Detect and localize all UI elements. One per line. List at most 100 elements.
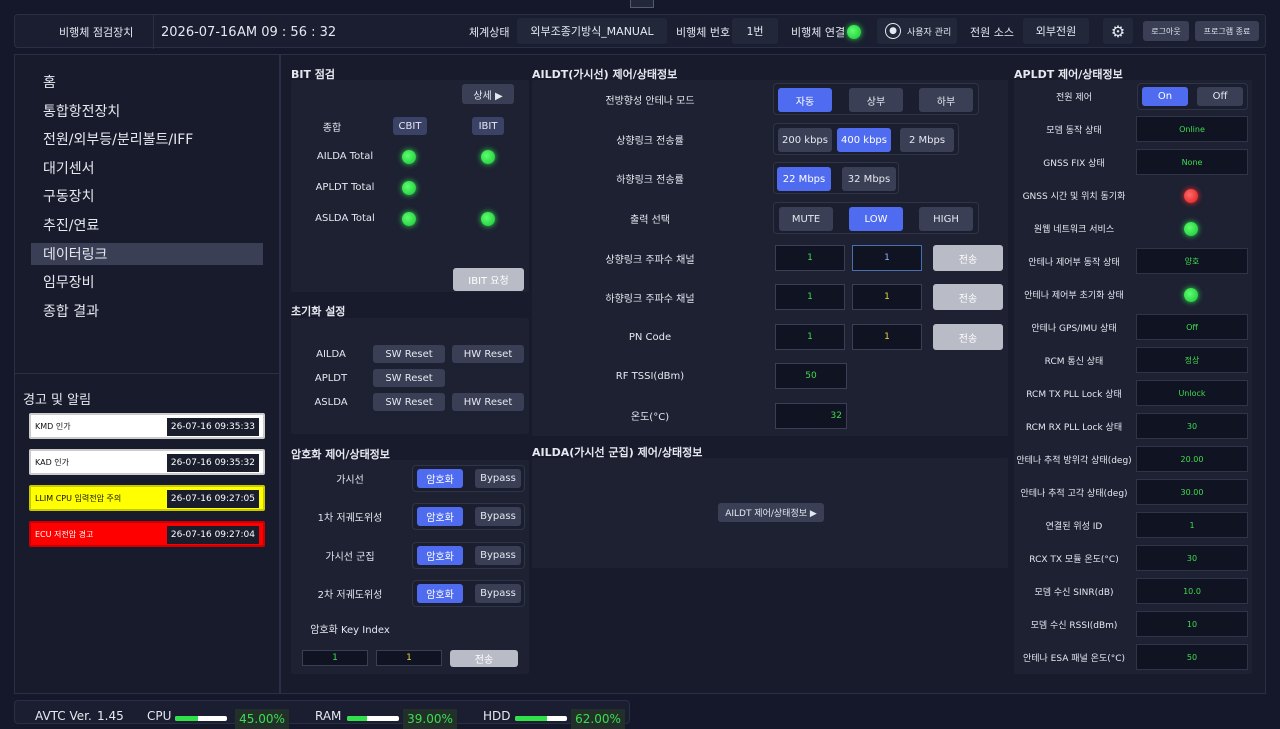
downlink-channel-send-button[interactable]: 전송	[933, 284, 1003, 310]
crypto-bypass-button[interactable]: Bypass	[475, 507, 521, 526]
sidebar-item-datalink[interactable]: 데이터링크	[31, 243, 263, 265]
vehicle-no-label: 비행체 번호	[676, 26, 731, 39]
status-row-value: None	[1136, 149, 1248, 175]
sidebar-item-power[interactable]: 전원/외부등/분리볼트/IFF	[31, 128, 263, 150]
antenna-mode-auto-button[interactable]: 자동	[778, 88, 832, 112]
ailda-ibit-led	[481, 150, 495, 164]
status-row-label: 모뎀 동작 상태	[1046, 125, 1102, 136]
ailda-sw-reset-button[interactable]: SW Reset	[373, 345, 445, 363]
power-off-button[interactable]: Off	[1197, 87, 1243, 106]
alerts-title: 경고 및 알림	[23, 393, 92, 408]
status-row-label: 안테나 ESA 패널 온도(°C)	[1022, 653, 1126, 664]
crypto-encrypt-button[interactable]: 암호화	[417, 507, 463, 526]
output-high-button[interactable]: HIGH	[919, 207, 973, 231]
downlink-channel-input[interactable]: 1	[852, 284, 922, 310]
uplink-rate-seg: 200 kbps 400 kbps 2 Mbps	[773, 123, 959, 155]
top-bar: 비행체 점검장치 2026-07-16 AM 09 : 56 : 32 체계상태…	[14, 14, 1266, 49]
user-icon: ●	[885, 23, 901, 39]
status-row-label: 안테나 추적 방위각 상태(deg)	[1016, 455, 1132, 466]
alert-item[interactable]: ECU 저전압 경고 26-07-16 09:27:04	[29, 521, 265, 547]
crypto-encrypt-button[interactable]: 암호화	[417, 584, 463, 603]
output-mute-button[interactable]: MUTE	[779, 207, 833, 231]
downlink-rate-32m-button[interactable]: 32 Mbps	[842, 167, 896, 191]
settings-button[interactable]: ⚙	[1103, 18, 1133, 44]
uplink-rate-400k-button[interactable]: 400 kbps	[837, 128, 891, 152]
ram-value: 39.00%	[403, 709, 457, 729]
status-row-label: RCM RX PLL Lock 상태	[1025, 422, 1123, 433]
ram-bar-fill	[347, 716, 368, 721]
rf-tssi-label: RF TSSI(dBm)	[615, 370, 685, 382]
output-low-button[interactable]: LOW	[849, 207, 903, 231]
key-index-send-button[interactable]: 전송	[450, 650, 518, 667]
aslda-ibit-led	[481, 212, 495, 226]
alert-item[interactable]: LLIM CPU 입력전압 주의 26-07-16 09:27:05	[29, 485, 265, 511]
crypto-bypass-button[interactable]: Bypass	[475, 546, 521, 565]
cpu-value: 45.00%	[235, 709, 289, 729]
status-row-value: 30	[1136, 545, 1248, 571]
output-label: 출력 선택	[630, 214, 670, 226]
user-admin-label: 사용자 관리	[907, 27, 952, 38]
crypto-encrypt-button[interactable]: 암호화	[417, 469, 463, 488]
status-row-label: 원웹 네트워크 서비스	[1033, 224, 1115, 235]
uplink-rate-200k-button[interactable]: 200 kbps	[778, 128, 832, 152]
sidebar-item-air-sensor[interactable]: 대기센서	[31, 157, 263, 179]
sidebar-item-avionics[interactable]: 통합항전장치	[31, 100, 263, 122]
init-title: 초기화 설정	[291, 305, 346, 318]
key-index-input-2[interactable]: 1	[376, 650, 442, 666]
status-row-value: Online	[1136, 116, 1248, 142]
downlink-rate-seg: 22 Mbps 32 Mbps	[773, 162, 899, 194]
pn-code-send-button[interactable]: 전송	[933, 324, 1003, 350]
downlink-rate-label: 하향링크 전송률	[616, 174, 684, 186]
aslda-hw-reset-button[interactable]: HW Reset	[452, 393, 524, 411]
uplink-channel-input[interactable]: 1	[852, 245, 922, 271]
key-index-input-1[interactable]: 1	[302, 650, 368, 666]
apldt-sw-reset-button[interactable]: SW Reset	[373, 369, 445, 387]
aildt-control-button[interactable]: AILDT 제어/상태정보 ▶	[718, 503, 824, 522]
antenna-mode-bottom-button[interactable]: 하부	[919, 88, 973, 112]
pn-code-label: PN Code	[628, 331, 672, 343]
alert-item[interactable]: KAD 인가 26-07-16 09:35:32	[29, 449, 265, 475]
init-row-label: AILDA	[316, 348, 346, 360]
crypto-encrypt-button[interactable]: 암호화	[417, 546, 463, 565]
status-row-value: Off	[1136, 314, 1248, 340]
power-on-button[interactable]: On	[1142, 87, 1188, 106]
crypto-seg: 암호화 Bypass	[412, 580, 525, 607]
ram-bar	[347, 716, 399, 721]
hdd-bar-fill	[515, 716, 548, 721]
sidebar-item-actuator[interactable]: 구동장치	[31, 185, 263, 207]
crypto-seg: 암호화 Bypass	[412, 465, 525, 492]
window-handle[interactable]	[630, 0, 654, 8]
status-row-label: 모뎀 수신 RSSI(dBm)	[1030, 620, 1118, 631]
sidebar-item-mission[interactable]: 임무장비	[31, 271, 263, 293]
ailda-cbit-led	[402, 150, 416, 164]
output-seg: MUTE LOW HIGH	[773, 202, 979, 234]
antenna-mode-top-button[interactable]: 상부	[849, 88, 903, 112]
ailda-hw-reset-button[interactable]: HW Reset	[452, 345, 524, 363]
crypto-bypass-button[interactable]: Bypass	[475, 469, 521, 488]
version-value: 1.45	[97, 709, 124, 723]
bit-detail-button[interactable]: 상세 ▶	[462, 84, 514, 104]
time-display: AM 09 : 56 : 32	[237, 24, 337, 40]
sidebar-item-summary[interactable]: 종합 결과	[31, 300, 263, 322]
temperature-value: 32	[775, 403, 847, 429]
alert-item[interactable]: KMD 인가 26-07-16 09:35:33	[29, 413, 265, 439]
apldt-cbit-led	[402, 181, 416, 195]
uplink-rate-2m-button[interactable]: 2 Mbps	[900, 128, 954, 152]
pn-code-input[interactable]: 1	[852, 324, 922, 350]
aslda-sw-reset-button[interactable]: SW Reset	[373, 393, 445, 411]
logout-button[interactable]: 로그아웃	[1143, 21, 1189, 41]
crypto-seg: 암호화 Bypass	[412, 503, 525, 530]
downlink-rate-22m-button[interactable]: 22 Mbps	[777, 167, 831, 191]
exit-button[interactable]: 프로그램 종료	[1195, 21, 1259, 41]
vehicle-no-value: 1번	[732, 18, 778, 44]
user-admin-button[interactable]: ● 사용자 관리	[877, 18, 957, 44]
status-row-label: RCM TX PLL Lock 상태	[1026, 389, 1122, 400]
sidebar-item-propulsion[interactable]: 추진/연료	[31, 214, 263, 236]
crypto-bypass-button[interactable]: Bypass	[475, 584, 521, 603]
status-row-value: 10	[1136, 611, 1248, 637]
sidebar-item-home[interactable]: 홈	[31, 71, 263, 93]
ibit-request-button[interactable]: IBIT 요청	[453, 268, 524, 291]
uplink-channel-send-button[interactable]: 전송	[933, 245, 1003, 271]
ram-label: RAM	[315, 709, 342, 723]
status-row-label: GNSS FIX 상태	[1043, 158, 1105, 169]
